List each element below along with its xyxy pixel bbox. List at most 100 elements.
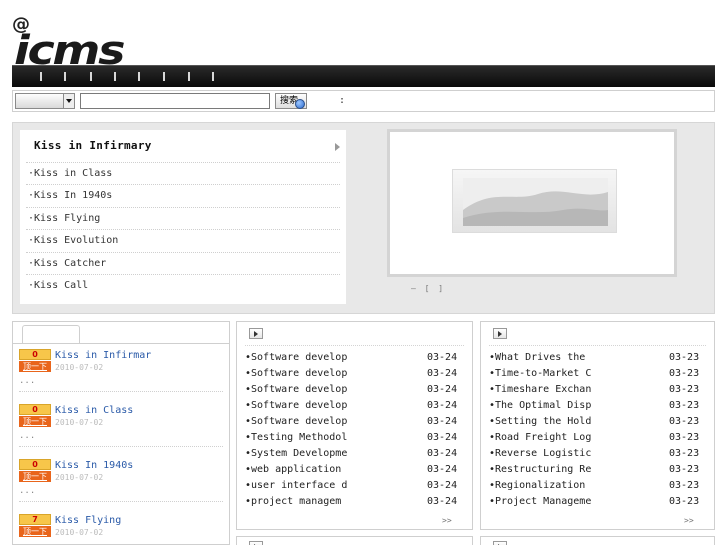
play-arrow-icon[interactable] bbox=[249, 541, 263, 545]
news-row-date: 03-23 bbox=[669, 448, 700, 459]
ranking-box: 0 顶一下 Kiss in Infirmar 2010-07-02 ... 0 … bbox=[12, 321, 230, 545]
news-row-title[interactable]: •web application bbox=[245, 464, 341, 475]
news-box-left-lower bbox=[236, 536, 473, 545]
search-input[interactable] bbox=[80, 93, 270, 109]
news-row-title[interactable]: •Timeshare Exchan bbox=[489, 384, 591, 395]
divider bbox=[489, 345, 706, 346]
play-arrow-icon[interactable] bbox=[493, 541, 507, 545]
news-row-title[interactable]: •project managem bbox=[245, 496, 341, 507]
globe-icon bbox=[295, 99, 305, 109]
rank-item-date: 2010-07-02 bbox=[55, 528, 104, 537]
news-row-date: 03-24 bbox=[427, 448, 458, 459]
news-row-title[interactable]: •System Developme bbox=[245, 448, 347, 459]
news-row-date: 03-23 bbox=[669, 352, 700, 363]
image-placeholder-icon bbox=[452, 169, 617, 233]
divider bbox=[19, 446, 223, 447]
nav-separator bbox=[90, 72, 92, 81]
news-box-right-lower bbox=[480, 536, 715, 545]
news-row-title[interactable]: •Software develop bbox=[245, 368, 347, 379]
slideshow-image-frame[interactable] bbox=[387, 129, 677, 277]
rank-item-title[interactable]: Kiss Flying bbox=[55, 515, 121, 526]
search-button[interactable]: 搜索 bbox=[275, 93, 307, 109]
slideshow-item[interactable]: ·Kiss in Class bbox=[26, 162, 340, 184]
rank-item-title[interactable]: Kiss In 1940s bbox=[55, 460, 133, 471]
news-row-date: 03-23 bbox=[669, 368, 700, 379]
news-row-title[interactable]: •Restructuring Re bbox=[489, 464, 591, 475]
slideshow-item[interactable]: ·Kiss Evolution bbox=[26, 229, 340, 251]
news-row-title[interactable]: •user interface d bbox=[245, 480, 347, 491]
nav-separator bbox=[138, 72, 140, 81]
search-hint-colon: : bbox=[339, 95, 346, 106]
news-row-date: 03-23 bbox=[669, 496, 700, 507]
news-row-title[interactable]: •Reverse Logistic bbox=[489, 448, 591, 459]
upvote-button[interactable]: 顶一下 bbox=[19, 361, 51, 372]
news-box-right: •What Drives the 03-23 •Time-to-Market C 03… bbox=[480, 321, 715, 530]
vote-count-badge: 0 bbox=[19, 404, 51, 415]
news-row-date: 03-24 bbox=[427, 496, 458, 507]
news-row-title[interactable]: •Software develop bbox=[245, 400, 347, 411]
news-row-title[interactable]: •Software develop bbox=[245, 352, 347, 363]
more-link[interactable]: >> bbox=[684, 516, 694, 525]
news-row-date: 03-24 bbox=[427, 432, 458, 443]
vote-count-badge: 7 bbox=[19, 514, 51, 525]
news-row-date: 03-24 bbox=[427, 384, 458, 395]
upvote-button[interactable]: 顶一下 bbox=[19, 526, 51, 537]
chevron-down-icon[interactable] bbox=[63, 94, 74, 108]
list-item: 0 顶一下 Kiss In 1940s 2010-07-02 ... bbox=[19, 459, 229, 511]
slideshow-item[interactable]: ·Kiss In 1940s bbox=[26, 184, 340, 206]
nav-separator bbox=[64, 72, 66, 81]
upvote-button[interactable]: 顶一下 bbox=[19, 471, 51, 482]
upvote-button[interactable]: 顶一下 bbox=[19, 416, 51, 427]
list-item: 0 顶一下 Kiss in Class 2010-07-02 ... bbox=[19, 404, 229, 456]
slideshow-item[interactable]: ·Kiss Call bbox=[26, 274, 340, 296]
slideshow-title[interactable]: Kiss in Infirmary bbox=[34, 139, 152, 152]
news-row-date: 03-23 bbox=[669, 384, 700, 395]
divider bbox=[245, 345, 464, 346]
more-link[interactable]: >> bbox=[442, 516, 452, 525]
news-row-date: 03-23 bbox=[669, 464, 700, 475]
news-row-title[interactable]: •Regionalization bbox=[489, 480, 585, 491]
search-bar: 搜索 : bbox=[12, 90, 715, 112]
site-logo[interactable]: @ icms bbox=[12, 14, 142, 74]
news-row-date: 03-23 bbox=[669, 400, 700, 411]
news-row-date: 03-24 bbox=[427, 368, 458, 379]
slideshow-list: Kiss in Infirmary ·Kiss in Class ·Kiss I… bbox=[20, 130, 346, 304]
tab-ranking[interactable] bbox=[22, 325, 80, 344]
list-item: 0 顶一下 Kiss in Infirmar 2010-07-02 ... bbox=[19, 349, 229, 401]
news-row-title[interactable]: •Testing Methodol bbox=[245, 432, 347, 443]
play-arrow-icon[interactable] bbox=[493, 328, 507, 339]
list-item: 7 顶一下 Kiss Flying 2010-07-02 bbox=[19, 514, 229, 545]
news-row-title[interactable]: •The Optimal Disp bbox=[489, 400, 591, 411]
search-category-select[interactable] bbox=[15, 93, 75, 109]
nav-separator bbox=[212, 72, 214, 81]
news-row-date: 03-23 bbox=[669, 416, 700, 427]
rank-item-excerpt: ... bbox=[19, 431, 36, 441]
rank-item-date: 2010-07-02 bbox=[55, 473, 104, 482]
news-row-title[interactable]: •Software develop bbox=[245, 416, 347, 427]
play-arrow-icon[interactable] bbox=[335, 143, 340, 151]
slideshow-item[interactable]: ·Kiss Flying bbox=[26, 207, 340, 229]
news-row-title[interactable]: •Software develop bbox=[245, 384, 347, 395]
news-row-date: 03-24 bbox=[427, 352, 458, 363]
news-row-title[interactable]: •Project Manageme bbox=[489, 496, 591, 507]
nav-separator bbox=[40, 72, 42, 81]
nav-separator bbox=[163, 72, 165, 81]
news-row-title[interactable]: •Time-to-Market C bbox=[489, 368, 591, 379]
news-row-date: 03-24 bbox=[427, 416, 458, 427]
rank-item-title[interactable]: Kiss in Class bbox=[55, 405, 133, 416]
news-row-date: 03-24 bbox=[427, 464, 458, 475]
news-row-title[interactable]: •Setting the Hold bbox=[489, 416, 591, 427]
news-row-date: 03-24 bbox=[427, 480, 458, 491]
nav-separator bbox=[188, 72, 190, 81]
rank-item-excerpt: ... bbox=[19, 376, 36, 386]
vote-count-badge: 0 bbox=[19, 349, 51, 360]
rank-item-title[interactable]: Kiss in Infirmar bbox=[55, 350, 151, 361]
slideshow-item[interactable]: ·Kiss Catcher bbox=[26, 252, 340, 274]
play-arrow-icon[interactable] bbox=[249, 328, 263, 339]
divider bbox=[13, 343, 229, 344]
news-row-title[interactable]: •What Drives the bbox=[489, 352, 585, 363]
news-row-title[interactable]: •Road Freight Log bbox=[489, 432, 591, 443]
slideshow-pager[interactable]: — [ ] bbox=[411, 284, 445, 293]
rank-item-excerpt: ... bbox=[19, 486, 36, 496]
news-row-date: 03-23 bbox=[669, 480, 700, 491]
